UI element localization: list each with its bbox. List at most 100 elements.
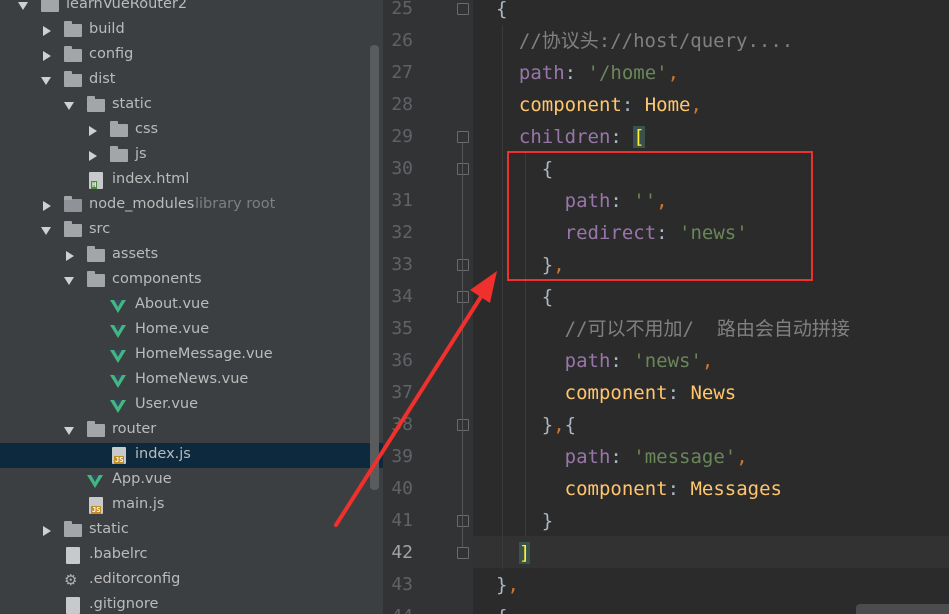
line-number: 36	[391, 350, 413, 371]
vue-file-icon	[110, 350, 126, 363]
tree-item[interactable]: .babelrc	[0, 543, 383, 568]
chevron-right-icon[interactable]	[43, 26, 51, 36]
fold-marker-icon[interactable]	[457, 515, 469, 527]
tree-item[interactable]: static	[0, 518, 383, 543]
code-token: :	[667, 478, 691, 500]
tree-item[interactable]: components	[0, 268, 383, 293]
tree-item[interactable]: static	[0, 93, 383, 118]
code-line[interactable]: component: News	[565, 377, 737, 409]
chevron-right-icon[interactable]	[66, 251, 74, 261]
code-line[interactable]: component: Messages	[565, 473, 782, 505]
code-line[interactable]: }	[542, 505, 553, 537]
code-line[interactable]: path: 'news',	[565, 345, 714, 377]
chevron-right-icon[interactable]	[89, 151, 97, 161]
fold-marker-icon[interactable]	[457, 131, 469, 143]
code-token: }	[541, 414, 554, 436]
chevron-right-icon[interactable]	[43, 51, 51, 61]
editor-horizontal-scrollbar[interactable]	[856, 604, 949, 614]
library-root-note: library root	[195, 196, 276, 212]
code-token: Messages	[690, 478, 782, 500]
tree-item[interactable]: config	[0, 43, 383, 68]
code-line[interactable]: //可以不用加/ 路由会自动拼接	[565, 313, 850, 345]
code-line[interactable]: //协议头://host/query....	[519, 25, 793, 57]
code-line[interactable]: {	[542, 281, 553, 313]
tree-item-label: build	[89, 21, 125, 37]
fold-marker-icon[interactable]	[457, 163, 469, 175]
chevron-down-icon[interactable]	[41, 227, 51, 235]
tree-item[interactable]: node_modules library root	[0, 193, 383, 218]
chevron-right-icon[interactable]	[43, 526, 51, 536]
tree-item-label: index.js	[135, 446, 191, 462]
tree-item[interactable]: Hindex.html	[0, 168, 383, 193]
tree-item[interactable]: src	[0, 218, 383, 243]
tree-item[interactable]: dist	[0, 68, 383, 93]
folder-icon	[110, 121, 128, 137]
folder-icon	[64, 71, 82, 87]
chevron-down-icon[interactable]	[64, 427, 74, 435]
chevron-down-icon[interactable]	[64, 277, 74, 285]
tree-item[interactable]: build	[0, 18, 383, 43]
chevron-down-icon[interactable]	[18, 2, 28, 10]
vue-file-icon	[87, 475, 103, 488]
code-token: '/home'	[587, 62, 668, 84]
code-line[interactable]: children: [	[519, 121, 645, 153]
fold-marker-icon[interactable]	[457, 259, 469, 271]
code-editor[interactable]: 25 26 27 28 29 30 31 32 33 34 35 36 37 38 39 40 41 42 43 44…	[383, 0, 949, 614]
tree-item[interactable]: css	[0, 118, 383, 143]
tree-item[interactable]: About.vue	[0, 293, 383, 318]
chevron-down-icon[interactable]	[64, 102, 74, 110]
code-line[interactable]: },	[496, 569, 519, 601]
folder-icon	[87, 421, 105, 437]
tree-item[interactable]: js	[0, 143, 383, 168]
tree-item[interactable]: router	[0, 418, 383, 443]
line-number: 28	[391, 94, 413, 115]
code-token: ,	[553, 414, 565, 436]
line-number: 43	[391, 574, 413, 595]
tree-item-label: js	[135, 146, 147, 162]
tree-item[interactable]: App.vue	[0, 468, 383, 493]
chevron-right-icon[interactable]	[43, 201, 51, 211]
code-token: ]	[518, 542, 531, 564]
tree-item-label: About.vue	[135, 296, 210, 312]
tree-item[interactable]: HomeNews.vue	[0, 368, 383, 393]
code-token: :	[564, 62, 588, 84]
code-line[interactable]: {	[496, 0, 507, 25]
code-line[interactable]: ]	[518, 537, 531, 569]
fold-marker-icon[interactable]	[457, 3, 469, 15]
tree-item[interactable]: assets	[0, 243, 383, 268]
code-token: {	[496, 606, 507, 614]
tree-item[interactable]: HomeMessage.vue	[0, 343, 383, 368]
code-line[interactable]: path: '/home',	[519, 57, 679, 89]
tree-item-label: main.js	[112, 496, 165, 512]
code-line[interactable]: component: Home,	[519, 89, 702, 121]
code-token: path	[518, 62, 565, 84]
tree-item[interactable]: ⚙ .editorconfig	[0, 568, 383, 593]
code-line[interactable]: {	[496, 601, 507, 614]
fold-marker-icon[interactable]	[457, 291, 469, 303]
tree-item[interactable]: User.vue	[0, 393, 383, 418]
tree-item[interactable]: Home.vue	[0, 318, 383, 343]
tree-item-label: User.vue	[135, 396, 199, 412]
code-token: 'news'	[633, 350, 702, 372]
code-token: {	[541, 286, 554, 308]
folder-icon	[110, 146, 128, 162]
fold-marker-icon[interactable]	[457, 547, 469, 559]
line-number: 44	[383, 601, 413, 614]
code-token: :	[621, 94, 645, 116]
tree-item[interactable]: .gitignore	[0, 593, 383, 614]
tree-item[interactable]: JS index.js	[0, 443, 383, 468]
tree-item[interactable]: JS main.js	[0, 493, 383, 518]
code-line[interactable]: path: 'message',	[565, 441, 748, 473]
chevron-right-icon[interactable]	[89, 126, 97, 136]
code-token: children	[518, 126, 611, 148]
project-tree-scrollbar[interactable]	[370, 45, 379, 490]
chevron-down-icon[interactable]	[41, 77, 51, 85]
line-number: 37	[391, 382, 413, 403]
code-token: path	[564, 350, 611, 372]
fold-marker-icon[interactable]	[457, 419, 469, 431]
editor-gutter: 25 26 27 28 29 30 31 32 33 34 35 36 37 38 39 40 41 42 43 44	[383, 0, 473, 614]
code-token: }	[541, 510, 554, 532]
code-line[interactable]: },{	[542, 409, 576, 441]
tree-item-label: src	[89, 221, 111, 237]
tree-item[interactable]: learnVueRouter2	[0, 0, 383, 18]
